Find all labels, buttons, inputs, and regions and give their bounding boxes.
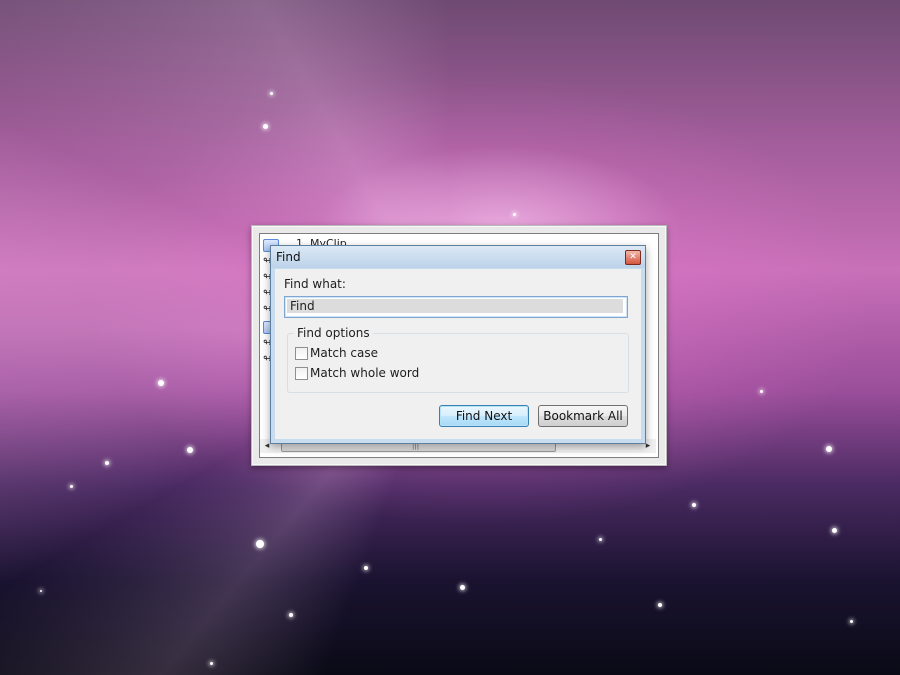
- close-button[interactable]: ✕: [625, 250, 641, 265]
- match-case-checkbox[interactable]: [295, 347, 308, 360]
- star: [105, 461, 109, 465]
- find-what-label: Find what:: [284, 277, 346, 291]
- title-bar[interactable]: Find ✕: [271, 246, 645, 268]
- star: [270, 92, 273, 95]
- star: [256, 540, 264, 548]
- star: [658, 603, 662, 607]
- star: [513, 213, 516, 216]
- star: [187, 447, 193, 453]
- find-dialog: Find ✕ Find what: Find Find options Matc…: [270, 245, 646, 444]
- star: [364, 566, 368, 570]
- bookmark-all-button[interactable]: Bookmark All: [538, 405, 628, 427]
- find-what-input[interactable]: Find: [284, 296, 628, 318]
- star: [850, 620, 853, 623]
- star: [760, 390, 763, 393]
- match-case-label[interactable]: Match case: [310, 346, 378, 360]
- find-next-button[interactable]: Find Next: [439, 405, 529, 427]
- star: [158, 380, 164, 386]
- star: [692, 503, 696, 507]
- star: [40, 590, 42, 592]
- find-options-label: Find options: [294, 326, 373, 340]
- match-whole-word-checkbox[interactable]: [295, 367, 308, 380]
- star: [832, 528, 837, 533]
- star: [826, 446, 832, 452]
- dialog-title: Find: [276, 250, 301, 264]
- find-options-group: Find options Match case Match whole word: [287, 326, 629, 393]
- find-what-value: Find: [290, 299, 315, 313]
- text-selection-highlight: [287, 299, 623, 313]
- star: [289, 613, 293, 617]
- star: [210, 662, 213, 665]
- close-icon: ✕: [629, 252, 637, 262]
- dialog-body: Find what: Find Find options Match case …: [275, 269, 641, 439]
- star: [70, 485, 73, 488]
- match-whole-word-label[interactable]: Match whole word: [310, 366, 419, 380]
- star: [460, 585, 465, 590]
- star: [263, 124, 268, 129]
- star: [599, 538, 602, 541]
